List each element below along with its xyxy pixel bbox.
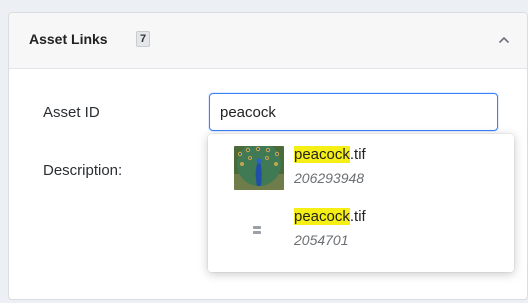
description-label: Description: (43, 162, 123, 179)
peacock-thumbnail (234, 146, 284, 190)
count-badge: 7 (136, 31, 150, 47)
result-asset-id: 2054701 (294, 232, 349, 248)
asset-id-label: Asset ID (43, 104, 100, 121)
file-extension: .tif (349, 208, 366, 225)
result-asset-id: 206293948 (294, 170, 365, 186)
result-item[interactable]: peacock.tif 206293948 (208, 138, 514, 196)
panel-header[interactable]: Asset Links 7 (9, 13, 527, 69)
file-icon (250, 222, 270, 238)
autocomplete-dropdown: peacock.tif 206293948 peacock.tif 205470… (208, 134, 514, 272)
result-item[interactable]: peacock.tif 2054701 (208, 200, 514, 258)
file-extension: .tif (349, 146, 366, 163)
match-highlight: peacock (294, 146, 350, 163)
panel-title: Asset Links (29, 31, 108, 47)
result-filename: peacock.tif (294, 208, 366, 225)
chevron-up-icon (499, 37, 509, 43)
asset-id-input[interactable] (209, 93, 498, 131)
collapse-button[interactable] (493, 29, 515, 51)
match-highlight: peacock (294, 208, 350, 225)
result-filename: peacock.tif (294, 146, 366, 163)
